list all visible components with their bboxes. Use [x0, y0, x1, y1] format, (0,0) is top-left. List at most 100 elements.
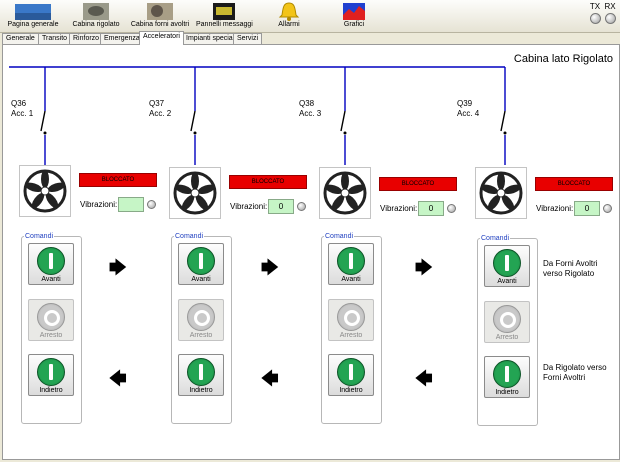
- status-acc-3: BLOCCATO Vibrazioni: 0: [377, 171, 461, 221]
- commands-title: Comandi: [324, 233, 355, 240]
- vibration-label: Vibrazioni:: [536, 204, 574, 213]
- vibration-label: Vibrazioni:: [230, 202, 268, 211]
- start-icon: [37, 358, 65, 386]
- toolbar-button-pagina-generale[interactable]: Pagina generale: [6, 1, 60, 31]
- rx-indicator: RX: [603, 2, 617, 24]
- status-badge: BLOCCATO: [379, 177, 457, 191]
- vibration-value: 0: [418, 201, 444, 216]
- start-icon: [187, 247, 215, 275]
- tab-servizi[interactable]: Servizi: [233, 33, 263, 44]
- commands-title: Comandi: [480, 235, 511, 242]
- commands-acc-1: Comandi Avanti Arresto Indietro: [21, 233, 82, 424]
- commands-acc-2: Comandi Avanti Arresto Indietro: [171, 233, 232, 424]
- vibration-label: Vibrazioni:: [380, 204, 418, 213]
- avanti-button[interactable]: Avanti: [484, 245, 530, 287]
- commands-title: Comandi: [24, 233, 55, 240]
- start-icon: [37, 247, 65, 275]
- tab-transito[interactable]: Transito: [38, 33, 72, 44]
- breaker-label-q36: Q36 Acc. 1: [11, 99, 34, 118]
- toolbar-button-grafici[interactable]: Grafici: [334, 1, 374, 31]
- forward-arrow-icon: 🡆: [109, 258, 127, 277]
- vibration-led-icon: [147, 200, 156, 209]
- indietro-button[interactable]: Indietro: [484, 356, 530, 398]
- start-icon: [337, 358, 365, 386]
- forward-arrow-icon: 🡆: [415, 258, 433, 277]
- breaker-label-q39: Q39 Acc. 4: [457, 99, 480, 118]
- tab-impianti-speciali[interactable]: Impianti speciali: [182, 33, 240, 44]
- furnace-photo-icon: [147, 3, 173, 20]
- start-icon: [337, 247, 365, 275]
- branch-q39: [500, 67, 507, 165]
- tab-generale[interactable]: Generale: [2, 33, 39, 44]
- start-icon: [493, 249, 521, 277]
- fan-icon: [173, 171, 217, 215]
- status-acc-2: BLOCCATO Vibrazioni: 0: [227, 169, 311, 219]
- stop-icon: [37, 303, 65, 331]
- fan-icon: [323, 171, 367, 215]
- indietro-button[interactable]: Indietro: [328, 354, 374, 396]
- message-panel-icon: [213, 3, 235, 20]
- stop-icon: [493, 305, 521, 333]
- vibration-value: 0: [268, 199, 294, 214]
- breaker-label-q38: Q38 Acc. 3: [299, 99, 322, 118]
- back-arrow-icon: 🡄: [109, 369, 127, 388]
- vibration-value: [118, 197, 144, 212]
- arresto-button[interactable]: Arresto: [28, 299, 74, 341]
- arresto-button[interactable]: Arresto: [328, 299, 374, 341]
- status-badge: BLOCCATO: [229, 175, 307, 189]
- toolbar-button-pannelli-messaggi[interactable]: Pannelli messaggi: [196, 1, 253, 31]
- accelerators-panel: Cabina lato Rigolato Q36 Acc. 1 Q37 Acc. 2…: [2, 44, 620, 460]
- vibration-label: Vibrazioni:: [80, 200, 118, 209]
- vibration-led-icon: [603, 204, 612, 213]
- status-acc-4: BLOCCATO Vibrazioni: 0: [533, 171, 617, 221]
- arresto-button[interactable]: Arresto: [484, 301, 530, 343]
- branch-q36: [40, 67, 47, 165]
- back-arrow-icon: 🡄: [415, 369, 433, 388]
- fan-acc-4: [475, 167, 527, 219]
- vibration-led-icon: [447, 204, 456, 213]
- tx-indicator: TX: [588, 2, 602, 24]
- machine-photo-icon: [83, 3, 109, 20]
- commands-acc-4: Comandi Avanti Arresto Indietro: [477, 235, 538, 426]
- chart-icon: [343, 3, 365, 20]
- start-icon: [493, 360, 521, 388]
- vibration-led-icon: [297, 202, 306, 211]
- avanti-button[interactable]: Avanti: [178, 243, 224, 285]
- indietro-button[interactable]: Indietro: [178, 354, 224, 396]
- direction-note-back: Da Rigolato verso Forni Avoltri: [543, 363, 607, 382]
- commands-acc-3: Comandi Avanti Arresto Indietro: [321, 233, 382, 424]
- back-arrow-icon: 🡄: [261, 369, 279, 388]
- avanti-button[interactable]: Avanti: [28, 243, 74, 285]
- branch-q38: [340, 67, 347, 165]
- toolbar: Pagina generale Cabina rigolato Cabina f…: [0, 0, 620, 33]
- status-badge: BLOCCATO: [535, 177, 613, 191]
- forward-arrow-icon: 🡆: [261, 258, 279, 277]
- start-icon: [187, 358, 215, 386]
- overview-icon: [15, 4, 51, 20]
- fan-icon: [23, 169, 67, 213]
- tab-acceleratori[interactable]: Acceleratori: [139, 31, 184, 45]
- avanti-button[interactable]: Avanti: [328, 243, 374, 285]
- fan-acc-2: [169, 167, 221, 219]
- arresto-button[interactable]: Arresto: [178, 299, 224, 341]
- vibration-value: 0: [574, 201, 600, 216]
- tab-rinforzo[interactable]: Rinforzo: [69, 33, 104, 44]
- stop-icon: [187, 303, 215, 331]
- tx-led-icon: [589, 13, 601, 24]
- direction-note-forward: Da Forni Avoltri verso Rigolato: [543, 259, 598, 278]
- fan-acc-1: [19, 165, 71, 217]
- indietro-button[interactable]: Indietro: [28, 354, 74, 396]
- branch-q37: [190, 67, 197, 165]
- rx-led-icon: [604, 13, 616, 24]
- toolbar-button-allarmi[interactable]: Allarmi: [268, 1, 310, 31]
- toolbar-button-cabina-forni-avoltri[interactable]: Cabina forni avoltri: [130, 1, 190, 31]
- bell-icon: [278, 2, 300, 21]
- tab-emergenza[interactable]: Emergenza: [100, 33, 144, 44]
- breaker-label-q37: Q37 Acc. 2: [149, 99, 172, 118]
- commands-title: Comandi: [174, 233, 205, 240]
- fan-icon: [479, 171, 523, 215]
- status-badge: BLOCCATO: [79, 173, 157, 187]
- status-acc-1: BLOCCATO Vibrazioni:: [77, 167, 161, 217]
- toolbar-button-cabina-rigolato[interactable]: Cabina rigolato: [70, 1, 122, 31]
- stop-icon: [337, 303, 365, 331]
